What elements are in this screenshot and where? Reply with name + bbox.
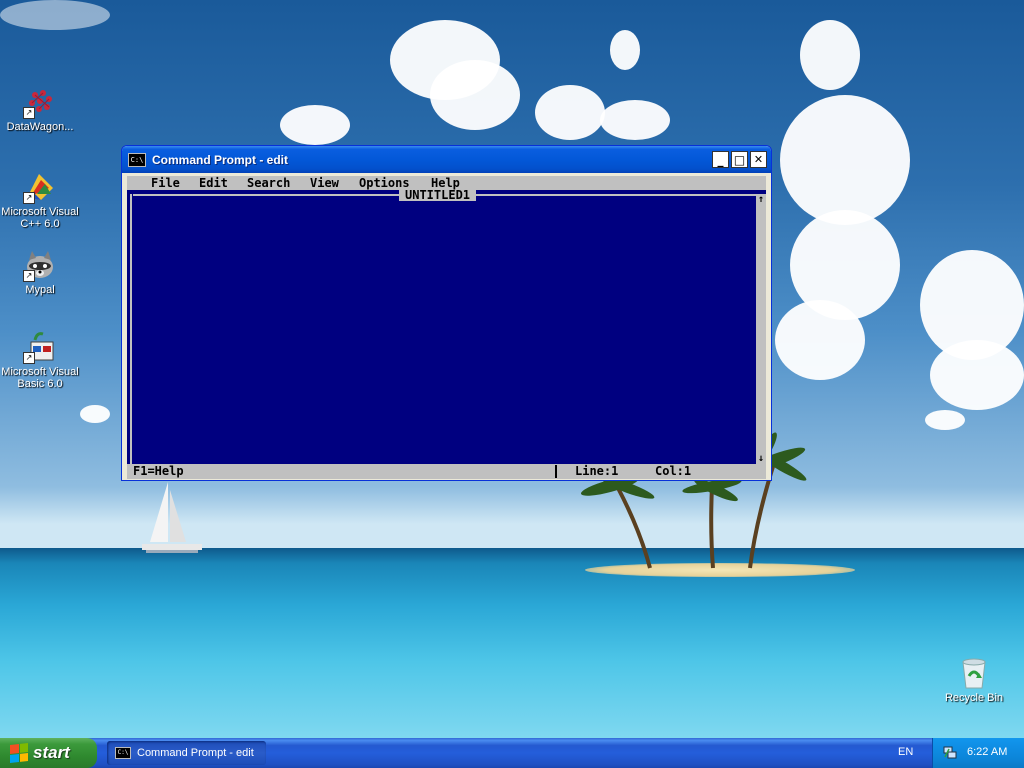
desktop-icon-datawagon[interactable]: ↗ DataWagon... (0, 85, 80, 133)
shortcut-arrow-icon: ↗ (23, 107, 35, 119)
cloud (535, 85, 605, 140)
datawagon-icon: ↗ (23, 85, 57, 119)
status-help: F1=Help (133, 464, 184, 478)
start-label: start (33, 743, 70, 762)
scroll-up-arrow-icon[interactable]: ↑ (756, 194, 766, 205)
system-tray: 6:22 AM (932, 738, 1024, 768)
cloud (800, 20, 860, 90)
network-icon[interactable] (943, 746, 957, 759)
cloud (775, 300, 865, 380)
desktop-icon-mypal[interactable]: ↗ Mypal (0, 248, 80, 296)
command-prompt-window[interactable]: C:\ Command Prompt - edit _ □ ✕ File Edi… (121, 145, 772, 481)
edit-statusbar: F1=Help Line:1 Col:1 (127, 464, 766, 479)
menu-view[interactable]: View (310, 176, 339, 190)
cloud (780, 95, 910, 225)
recycle-bin-icon (957, 656, 991, 690)
desktop-icon-label: DataWagon... (6, 121, 74, 133)
minimize-button[interactable]: _ (712, 151, 729, 168)
taskbar-item-command-prompt[interactable]: C:\ Command Prompt - edit (107, 741, 266, 765)
windows-flag-icon (10, 743, 28, 763)
vertical-scrollbar[interactable]: ↑ ↓ (756, 194, 766, 464)
language-indicator[interactable]: EN (898, 746, 913, 758)
desktop-icon-visual-cpp[interactable]: ↗ Microsoft Visual C++ 6.0 (0, 170, 80, 230)
status-line: Line:1 (575, 464, 619, 478)
console-icon: C:\ (128, 152, 146, 167)
cloud (610, 30, 640, 70)
cloud (925, 410, 965, 430)
sea (0, 548, 1024, 738)
menu-options[interactable]: Options (359, 176, 410, 190)
maximize-button[interactable]: □ (731, 151, 748, 168)
cloud (430, 60, 520, 130)
status-col: Col:1 (655, 464, 692, 478)
window-title: Command Prompt - edit (152, 152, 289, 167)
menu-search[interactable]: Search (247, 176, 290, 190)
editor-frame-left (130, 194, 132, 464)
desktop-icon-recycle-bin[interactable]: Recycle Bin (934, 656, 1014, 704)
desktop-icon-label: Mypal (25, 284, 55, 296)
desktop-icon-label: Microsoft Visual C++ 6.0 (1, 206, 79, 230)
shortcut-arrow-icon: ↗ (23, 352, 35, 364)
close-button[interactable]: ✕ (750, 151, 767, 168)
cloud (600, 100, 670, 140)
cloud (930, 340, 1024, 410)
desktop-icon-label: Microsoft Visual Basic 6.0 (1, 366, 79, 390)
menu-file[interactable]: File (151, 176, 180, 190)
visual-cpp-icon: ↗ (23, 170, 57, 204)
status-separator (555, 465, 557, 478)
document-name: UNTITLED1 (399, 189, 477, 201)
cloud (80, 405, 110, 423)
raccoon-icon: ↗ (23, 248, 57, 282)
visual-basic-icon: ↗ (23, 330, 57, 364)
editor-text-area[interactable]: UNTITLED1 ↑ ↓ (127, 189, 766, 464)
console-icon: C:\ (115, 747, 131, 759)
shortcut-arrow-icon: ↗ (23, 192, 35, 204)
scroll-down-arrow-icon[interactable]: ↓ (756, 453, 766, 464)
cloud (0, 0, 110, 30)
menu-edit[interactable]: Edit (199, 176, 228, 190)
cloud (280, 105, 350, 145)
sailboat (142, 482, 202, 553)
start-button[interactable]: start (0, 738, 97, 768)
clock[interactable]: 6:22 AM (967, 746, 1007, 758)
shortcut-arrow-icon: ↗ (23, 270, 35, 282)
desktop-icon-visual-basic[interactable]: ↗ Microsoft Visual Basic 6.0 (0, 330, 80, 390)
desktop-icon-label: Recycle Bin (944, 692, 1004, 704)
taskbar: start C:\ Command Prompt - edit EN 6:22 … (0, 738, 1024, 768)
window-titlebar[interactable]: C:\ Command Prompt - edit _ □ ✕ (122, 146, 771, 173)
taskbar-item-label: Command Prompt - edit (137, 747, 254, 759)
console-area[interactable]: File Edit Search View Options Help UNTIT… (127, 176, 766, 479)
